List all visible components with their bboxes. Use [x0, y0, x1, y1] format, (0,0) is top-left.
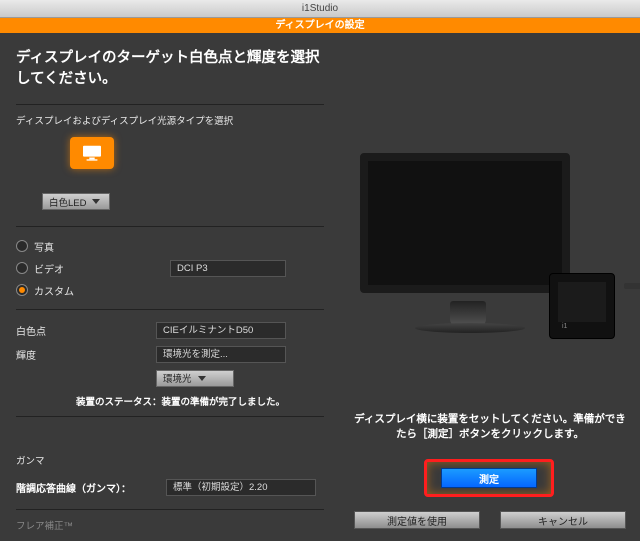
- radio-video-label: ビデオ: [34, 261, 164, 276]
- use-measured-button[interactable]: 測定値を使用: [354, 511, 480, 529]
- luminance-label: 輝度: [16, 347, 156, 362]
- radio-photo-label: 写真: [34, 239, 54, 254]
- radio-custom-label: カスタム: [34, 283, 74, 298]
- chevron-down-icon: [92, 199, 100, 204]
- radio-custom[interactable]: [16, 284, 28, 296]
- monitor-illustration: [360, 153, 570, 293]
- instruction-text: ディスプレイ横に装置をセットしてください。準備ができたら［測定］ボタンをクリック…: [354, 412, 626, 444]
- gamma-section-label: ガンマ: [16, 453, 324, 467]
- display-type-section-label: ディスプレイおよびディスプレイ光源タイプを選択: [16, 113, 324, 127]
- whitepoint-label: 白色点: [16, 323, 156, 338]
- divider: [16, 416, 324, 417]
- window-title: i1Studio: [302, 3, 338, 14]
- measure-highlight: 測定: [424, 459, 554, 497]
- flare-section-label: フレア補正™: [16, 518, 324, 532]
- page-heading: ディスプレイのターゲット白色点と輝度を選択してください。: [16, 48, 324, 90]
- window-titlebar: i1Studio: [0, 0, 640, 18]
- luminance-select[interactable]: 環境光: [156, 370, 234, 387]
- backlight-select-value: 白色LED: [49, 195, 86, 209]
- monitor-icon: [81, 144, 103, 162]
- video-preset-field[interactable]: DCI P3: [170, 260, 286, 277]
- use-measured-button-label: 測定値を使用: [387, 513, 447, 528]
- tonecurve-label: 階調応答曲線（ガンマ）：: [16, 480, 166, 495]
- illustration: i1: [360, 123, 630, 353]
- radio-photo[interactable]: [16, 240, 28, 252]
- tonecurve-field[interactable]: 標準（初期設定）2.20: [166, 479, 316, 496]
- divider: [16, 104, 324, 105]
- divider: [16, 509, 324, 510]
- chevron-down-icon: [198, 376, 206, 381]
- luminance-select-value: 環境光: [163, 371, 192, 385]
- right-panel: i1 ディスプレイ横に装置をセットしてください。準備ができたら［測定］ボタンをク…: [340, 33, 640, 541]
- cancel-button-label: キャンセル: [538, 513, 588, 528]
- device-cable: [624, 283, 640, 289]
- backlight-select[interactable]: 白色LED: [42, 193, 110, 210]
- luminance-field[interactable]: 環境光を測定...: [156, 346, 286, 363]
- left-panel: ディスプレイのターゲット白色点と輝度を選択してください。 ディスプレイおよびディ…: [0, 33, 340, 541]
- display-type-chip[interactable]: [70, 137, 114, 169]
- radio-video[interactable]: [16, 262, 28, 274]
- divider: [16, 226, 324, 227]
- monitor-foot: [415, 323, 525, 333]
- measure-button[interactable]: 測定: [441, 468, 537, 488]
- divider: [16, 309, 324, 310]
- colorimeter-device: i1: [549, 273, 615, 339]
- header-bar: ディスプレイの設定: [0, 18, 640, 33]
- device-status: 装置のステータス：装置の準備が完了しました。: [76, 394, 324, 408]
- whitepoint-field[interactable]: CIEイルミナントD50: [156, 322, 286, 339]
- cancel-button[interactable]: キャンセル: [500, 511, 626, 529]
- measure-button-label: 測定: [479, 471, 499, 486]
- header-title: ディスプレイの設定: [275, 20, 364, 31]
